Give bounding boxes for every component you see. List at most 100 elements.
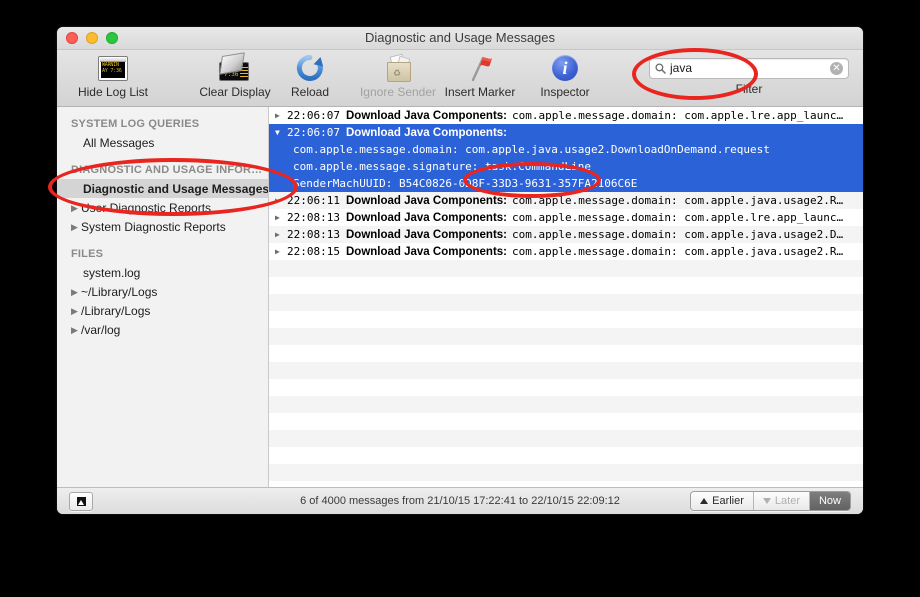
window-body: SYSTEM LOG QUERIES All Messages DIAGNOST… xyxy=(57,107,863,487)
sidebar-item-system-diagnostic-reports[interactable]: ▶ System Diagnostic Reports xyxy=(57,217,268,236)
chevron-right-icon[interactable]: ▶ xyxy=(71,287,81,297)
log-row-sender: Download Java Components: xyxy=(345,109,508,122)
chevron-right-icon[interactable]: ▶ xyxy=(275,111,287,121)
log-row-time: 22:08:15 xyxy=(287,245,340,258)
time-navigation-group: Earlier Later Now xyxy=(690,491,851,511)
log-row-sender: Download Java Components: xyxy=(345,211,508,224)
log-row-time: 22:08:13 xyxy=(287,211,340,224)
toolbar-label-hide-log-list: Hide Log List xyxy=(77,85,149,99)
sidebar-section-header-diagnostic-usage: DIAGNOSTIC AND USAGE INFOR… xyxy=(71,164,263,176)
chevron-right-icon[interactable]: ▶ xyxy=(275,247,287,257)
sidebar-item-label: Diagnostic and Usage Messages xyxy=(83,181,269,196)
toolbar: WARNIN AY 7:36 Hide Log List 7:36 Clear … xyxy=(57,50,863,107)
log-row-time: 22:08:13 xyxy=(287,228,340,241)
console-window: Diagnostic and Usage Messages WARNIN AY … xyxy=(57,27,863,514)
sidebar-item-system-log[interactable]: system.log xyxy=(57,263,268,282)
sidebar-item-label: User Diagnostic Reports xyxy=(81,200,212,215)
log-rows: ▶ 22:06:07 Download Java Components: com… xyxy=(269,107,863,260)
log-row-time: 22:06:07 xyxy=(287,109,340,122)
table-row[interactable]: ▶ 22:06:07 Download Java Components: com… xyxy=(269,107,863,124)
log-message-list[interactable]: ▶ 22:06:07 Download Java Components: com… xyxy=(269,107,863,487)
info-glyph: i xyxy=(552,55,578,81)
earlier-button[interactable]: Earlier xyxy=(691,492,754,510)
toolbar-button-hide-log-list[interactable]: WARNIN AY 7:36 Hide Log List xyxy=(65,50,161,106)
sidebar-item-label: system.log xyxy=(83,265,141,280)
chevron-right-icon[interactable]: ▶ xyxy=(71,203,81,213)
red-flag-icon xyxy=(466,53,494,83)
chevron-right-icon[interactable]: ▶ xyxy=(275,213,287,223)
log-row-message: com.apple.message.domain: com.apple.java… xyxy=(512,194,844,207)
screen: Diagnostic and Usage Messages WARNIN AY … xyxy=(0,0,920,597)
title-bar[interactable]: Diagnostic and Usage Messages xyxy=(57,27,863,50)
show-window-icon xyxy=(76,496,86,506)
sidebar-item-label: All Messages xyxy=(83,135,155,150)
chevron-right-icon[interactable]: ▶ xyxy=(71,222,81,232)
search-input-value: java xyxy=(670,61,693,75)
toolbar-button-reload[interactable]: Reload xyxy=(262,50,358,106)
log-row-message: com.apple.message.domain: com.apple.lre.… xyxy=(512,109,844,122)
log-row-sender: Download Java Components: xyxy=(345,194,508,207)
window-title: Diagnostic and Usage Messages xyxy=(364,30,556,45)
log-row-sender: Download Java Components: xyxy=(345,228,508,241)
info-circle-icon: i xyxy=(552,53,578,83)
status-bar: 6 of 4000 messages from 21/10/15 17:22:4… xyxy=(57,487,863,514)
recycle-bag-icon: ♻ xyxy=(384,53,412,83)
sidebar-item-label: ~/Library/Logs xyxy=(81,284,158,299)
toolbar-label-inspector: Inspector xyxy=(540,85,590,99)
console-icon-line-2: AY 7:36 xyxy=(102,67,122,74)
log-row-sender: Download Java Components: xyxy=(345,126,508,139)
table-row-selected[interactable]: ▼ 22:06:07 Download Java Components: com… xyxy=(269,124,863,192)
log-row-header[interactable]: ▼ 22:06:07 Download Java Components: xyxy=(269,124,863,141)
search-icon xyxy=(655,63,666,74)
log-detail-sender-mach-uuid: SenderMachUUID: B54C0826-0D8F-33D3-9631-… xyxy=(293,177,638,190)
earlier-label: Earlier xyxy=(712,495,744,507)
later-button[interactable]: Later xyxy=(753,492,810,510)
sidebar: SYSTEM LOG QUERIES All Messages DIAGNOST… xyxy=(57,107,269,487)
table-row[interactable]: ▶ 22:08:13 Download Java Components: com… xyxy=(269,209,863,226)
chevron-right-icon[interactable]: ▶ xyxy=(71,325,81,335)
toolbar-label-ignore-sender: Ignore Sender xyxy=(359,85,437,99)
table-row[interactable]: ▶ 22:06:11 Download Java Components: com… xyxy=(269,192,863,209)
sidebar-section-header-files: FILES xyxy=(71,248,104,260)
show-window-icon-button[interactable] xyxy=(69,491,93,511)
table-row[interactable]: ▶ 22:08:13 Download Java Components: com… xyxy=(269,226,863,243)
now-label: Now xyxy=(818,495,841,507)
sidebar-item-label: System Diagnostic Reports xyxy=(81,219,226,234)
toolbar-button-insert-marker[interactable]: Insert Marker xyxy=(432,50,528,106)
broom-icon: 7:36 xyxy=(219,52,251,83)
toolbar-label-insert-marker: Insert Marker xyxy=(444,85,516,99)
sidebar-section-header-system-log-queries: SYSTEM LOG QUERIES xyxy=(71,118,200,130)
sidebar-item-diagnostic-and-usage-messages[interactable]: Diagnostic and Usage Messages xyxy=(57,179,268,198)
sidebar-item-user-diagnostic-reports[interactable]: ▶ User Diagnostic Reports xyxy=(57,198,268,217)
table-row[interactable]: ▶ 22:08:15 Download Java Components: com… xyxy=(269,243,863,260)
log-row-message: com.apple.message.domain: com.apple.lre.… xyxy=(512,211,844,224)
sidebar-item-user-library-logs[interactable]: ▶ ~/Library/Logs xyxy=(57,282,268,301)
log-row-time: 22:06:11 xyxy=(287,194,340,207)
chevron-down-icon[interactable]: ▼ xyxy=(275,128,287,138)
later-label: Later xyxy=(774,495,800,507)
now-button[interactable]: Now xyxy=(809,492,850,510)
chevron-right-icon[interactable]: ▶ xyxy=(275,196,287,206)
log-row-time: 22:06:07 xyxy=(287,126,340,139)
reload-icon xyxy=(296,53,324,83)
console-window-icon: WARNIN AY 7:36 xyxy=(98,53,128,83)
search-input[interactable]: java ✕ xyxy=(649,58,849,79)
triangle-down-icon xyxy=(762,498,771,504)
sidebar-item-library-logs[interactable]: ▶ /Library/Logs xyxy=(57,301,268,320)
filter-area: java ✕ Filter xyxy=(649,58,849,96)
sidebar-item-all-messages[interactable]: All Messages xyxy=(57,133,268,152)
toolbar-button-inspector[interactable]: i Inspector xyxy=(517,50,613,106)
log-row-message: com.apple.message.domain: com.apple.java… xyxy=(512,245,844,258)
clear-search-icon[interactable]: ✕ xyxy=(830,62,843,75)
log-row-sender: Download Java Components: xyxy=(345,245,508,258)
toolbar-label-reload: Reload xyxy=(290,85,330,99)
sidebar-item-var-log[interactable]: ▶ /var/log xyxy=(57,320,268,339)
log-row-message: com.apple.message.domain: com.apple.java… xyxy=(512,228,844,241)
log-detail-domain: com.apple.message.domain: com.apple.java… xyxy=(293,143,770,156)
log-detail-signature: com.apple.message.signature: task:Comman… xyxy=(293,160,592,173)
chevron-right-icon[interactable]: ▶ xyxy=(275,230,287,240)
triangle-up-icon xyxy=(700,498,709,504)
chevron-right-icon[interactable]: ▶ xyxy=(71,306,81,316)
sidebar-item-label: /var/log xyxy=(81,322,121,337)
sidebar-item-label: /Library/Logs xyxy=(81,303,151,318)
